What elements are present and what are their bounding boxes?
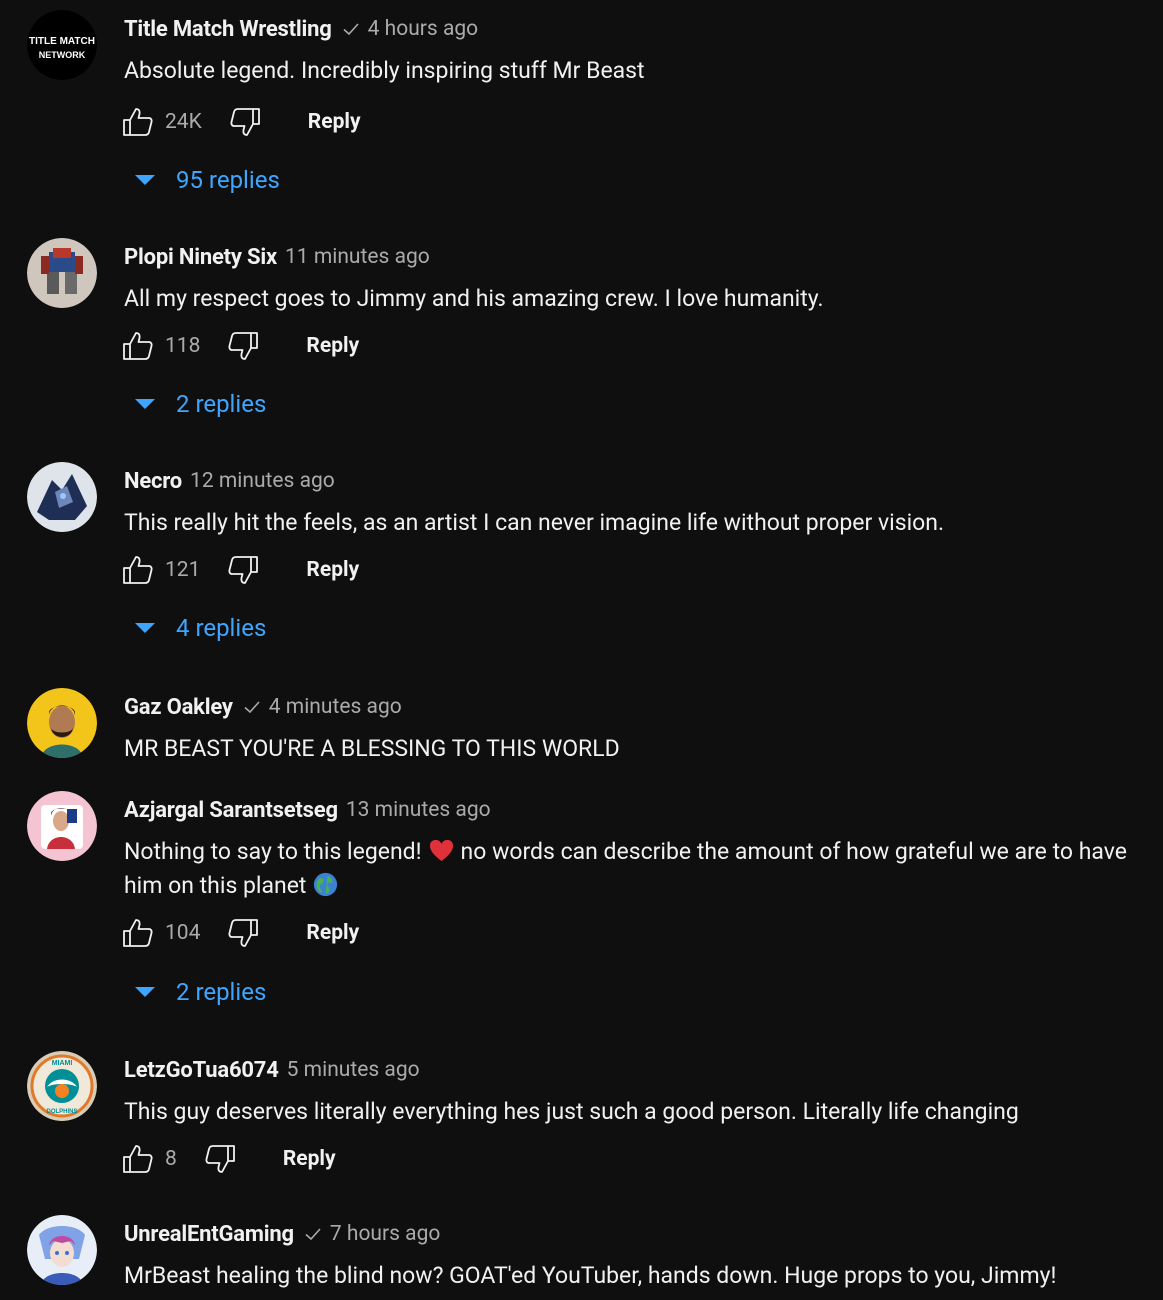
replies-count-label: 2 replies <box>176 390 267 418</box>
comments-section: TITLE MATCH NETWORK Title Match Wrestlin… <box>0 0 1163 1300</box>
comment-header: UnrealEntGaming 7 hours ago <box>124 1219 440 1249</box>
view-replies-button[interactable]: 95 replies <box>134 160 280 200</box>
reply-button[interactable]: Reply <box>306 334 359 358</box>
author-name[interactable]: Plopi Ninety Six <box>124 245 277 270</box>
author-name[interactable]: Azjargal Sarantsetseg <box>124 798 338 823</box>
replies-count-label: 4 replies <box>176 614 267 642</box>
author-name[interactable]: LetzGoTua6074 <box>124 1058 279 1083</box>
caret-down-icon <box>135 623 155 633</box>
dislike-icon[interactable] <box>228 105 262 139</box>
like-count: 24K <box>165 110 202 134</box>
comment-actions: 121 Reply <box>121 550 359 590</box>
comment-thread: UnrealEntGaming 7 hours ago MrBeast heal… <box>0 1205 1163 1300</box>
like-count: 8 <box>165 1147 177 1171</box>
author-name[interactable]: Gaz Oakley <box>124 695 233 720</box>
timestamp[interactable]: 4 minutes ago <box>269 695 402 719</box>
caret-down-icon <box>135 175 155 185</box>
view-replies-button[interactable]: 2 replies <box>134 972 266 1012</box>
avatar[interactable] <box>27 791 97 861</box>
avatar[interactable]: TITLE MATCH NETWORK <box>27 10 97 80</box>
like-icon[interactable] <box>121 553 155 587</box>
reply-button[interactable]: Reply <box>306 921 359 945</box>
avatar[interactable]: MIAMI DOLPHINS <box>27 1051 97 1121</box>
logo-text-top: TITLE MATCH <box>29 36 95 47</box>
avatar[interactable] <box>27 462 97 532</box>
timestamp[interactable]: 12 minutes ago <box>190 469 335 493</box>
avatar[interactable] <box>27 1215 97 1285</box>
caret-down-icon <box>135 987 155 997</box>
view-replies-button[interactable]: 2 replies <box>134 384 266 424</box>
verified-check-icon <box>341 19 361 39</box>
verified-check-icon <box>242 697 262 717</box>
comment-header: Title Match Wrestling 4 hours ago <box>124 14 478 44</box>
comment-text: MrBeast healing the blind now? GOAT'ed Y… <box>124 1262 1057 1289</box>
dislike-icon[interactable] <box>226 553 260 587</box>
like-count: 104 <box>165 921 201 945</box>
dislike-icon[interactable] <box>203 1142 237 1176</box>
replies-count-label: 95 replies <box>176 166 280 194</box>
comment-actions: 8 Reply <box>121 1139 336 1179</box>
author-name[interactable]: Title Match Wrestling <box>124 17 332 42</box>
timestamp[interactable]: 13 minutes ago <box>346 798 491 822</box>
comment-header: LetzGoTua6074 5 minutes ago <box>124 1055 420 1085</box>
author-name[interactable]: UnrealEntGaming <box>124 1222 294 1247</box>
comment-text: Absolute legend. Incredibly inspiring st… <box>124 57 645 84</box>
comment-header: Gaz Oakley 4 minutes ago <box>124 692 402 722</box>
comment-text: This really hit the feels, as an artist … <box>124 509 945 536</box>
comment-actions: 104 Reply <box>121 913 359 953</box>
like-icon[interactable] <box>121 916 155 950</box>
comment-thread: Gaz Oakley 4 minutes ago MR BEAST YOU'RE… <box>0 678 1163 778</box>
timestamp[interactable]: 4 hours ago <box>368 17 479 41</box>
comment-actions: 24K Reply <box>121 102 361 142</box>
logo-text-top: MIAMI <box>52 1060 73 1067</box>
comment-header: Necro 12 minutes ago <box>124 466 335 496</box>
reply-button[interactable]: Reply <box>283 1147 336 1171</box>
comment-thread: MIAMI DOLPHINS LetzGoTua6074 5 minutes a… <box>0 1041 1163 1201</box>
comment-header: Plopi Ninety Six 11 minutes ago <box>124 242 430 272</box>
red-heart-emoji-icon <box>429 839 453 862</box>
comment-header: Azjargal Sarantsetseg 13 minutes ago <box>124 795 491 825</box>
comment-text-part: Nothing to say to this legend! <box>124 838 422 865</box>
timestamp[interactable]: 5 minutes ago <box>287 1058 420 1082</box>
like-count: 121 <box>165 558 201 582</box>
timestamp[interactable]: 11 minutes ago <box>285 245 430 269</box>
caret-down-icon <box>135 399 155 409</box>
reply-button[interactable]: Reply <box>308 110 361 134</box>
replies-count-label: 2 replies <box>176 978 267 1006</box>
comment-thread: TITLE MATCH NETWORK Title Match Wrestlin… <box>0 0 1163 224</box>
reply-button[interactable]: Reply <box>306 558 359 582</box>
globe-emoji-icon <box>314 872 338 897</box>
verified-check-icon <box>303 1224 323 1244</box>
like-icon[interactable] <box>121 105 155 139</box>
dislike-icon[interactable] <box>226 916 260 950</box>
like-count: 118 <box>165 334 201 358</box>
logo-text-bottom: NETWORK <box>39 50 86 60</box>
author-name[interactable]: Necro <box>124 469 182 494</box>
view-replies-button[interactable]: 4 replies <box>134 608 266 648</box>
avatar[interactable] <box>27 688 97 758</box>
comment-thread: Necro 12 minutes ago This really hit the… <box>0 452 1163 676</box>
dislike-icon[interactable] <box>226 329 260 363</box>
comment-text: All my respect goes to Jimmy and his ama… <box>124 285 824 312</box>
comment-text: MR BEAST YOU'RE A BLESSING TO THIS WORLD <box>124 735 620 762</box>
comment-text: Nothing to say to this legend! no words c… <box>124 835 1135 903</box>
like-icon[interactable] <box>121 1142 155 1176</box>
logo-text-bottom: DOLPHINS <box>46 1109 77 1115</box>
timestamp[interactable]: 7 hours ago <box>330 1222 441 1246</box>
avatar[interactable] <box>27 238 97 308</box>
comment-thread: Plopi Ninety Six 11 minutes ago All my r… <box>0 228 1163 452</box>
comment-actions: 118 Reply <box>121 326 359 366</box>
comment-text: This guy deserves literally everything h… <box>124 1098 1019 1125</box>
comment-thread: Azjargal Sarantsetseg 13 minutes ago Not… <box>0 781 1163 1041</box>
like-icon[interactable] <box>121 329 155 363</box>
